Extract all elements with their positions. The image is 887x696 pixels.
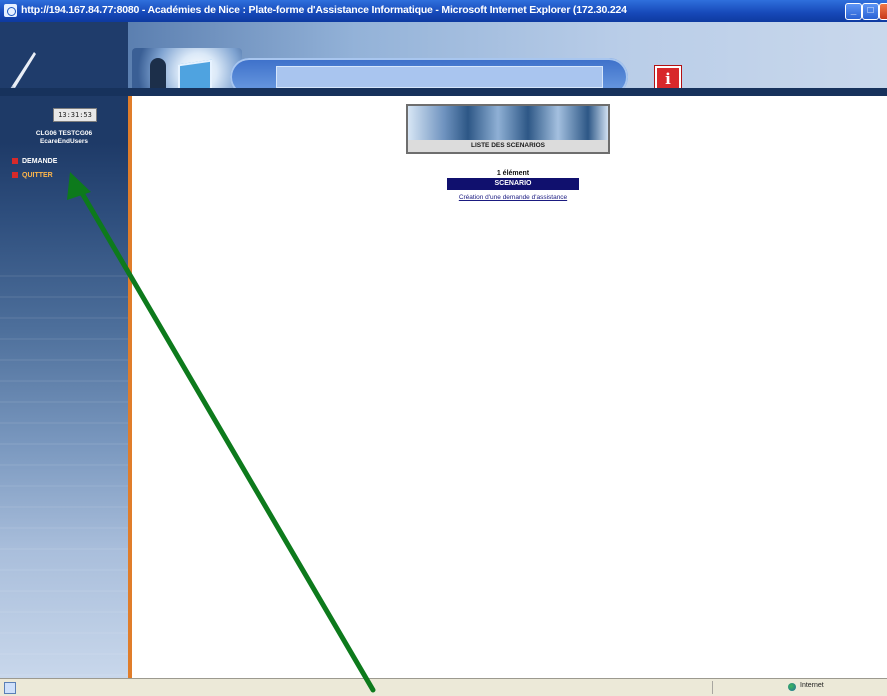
red-square-icon [12,172,18,179]
user-name: CLG06 TESTCG06 [35,130,93,137]
red-square-icon [12,158,18,165]
sidebar-item-label: QUITTER [22,172,53,179]
banner-caption: LISTE DES SCENARIOS [408,140,608,152]
banner-image [408,106,608,140]
minimize-button[interactable]: _ [845,3,862,20]
sidebar-bands [0,256,128,676]
sidebar-item-quitter[interactable]: QUITTER [12,171,53,181]
ie-icon [4,4,17,17]
banner-field [276,66,603,88]
scenario-link[interactable]: Création d'une demande d'assistance [440,194,586,201]
window-title: http://194.167.84.77:8080 - Académies de… [21,4,627,16]
quill-icon [10,52,36,89]
user-group: EcareEndUsers [39,138,89,145]
security-zone: Internet [800,682,824,689]
table-header-scenario: SCENARIO [447,178,579,190]
window-title-bar[interactable]: http://194.167.84.77:8080 - Académies de… [0,0,887,22]
close-button[interactable] [879,3,887,20]
scenario-list-banner: LISTE DES SCENARIOS [406,104,610,154]
left-sidebar [0,96,128,678]
maximize-button[interactable]: □ [862,3,879,20]
item-count: 1 élément [496,170,530,177]
globe-icon [788,683,796,691]
status-divider [712,681,713,694]
page-icon [4,682,16,694]
status-bar: Internet [0,678,887,696]
sidebar-item-label: DEMANDE [22,158,58,165]
header-divider [0,88,887,96]
sidebar-item-demande[interactable]: DEMANDE [12,157,57,167]
clock-display: 13:31:53 [53,108,97,122]
page-header-banner: i [0,22,887,108]
